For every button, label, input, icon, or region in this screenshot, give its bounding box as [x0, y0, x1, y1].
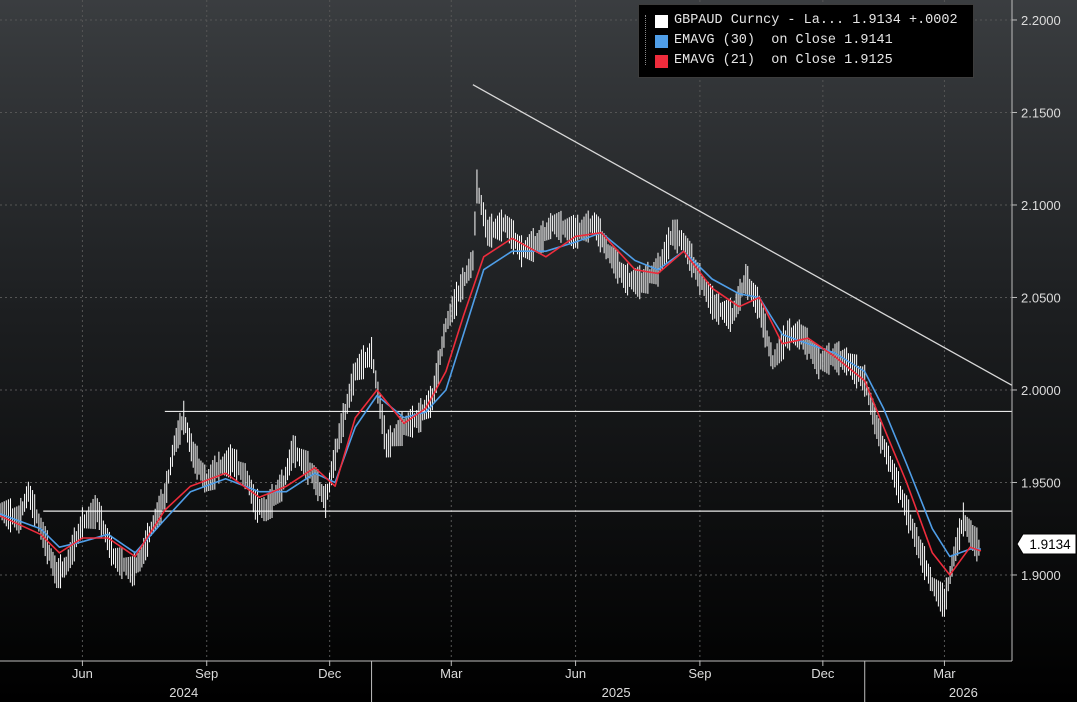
year-label: 2024 [169, 685, 198, 700]
y-tick-label: 2.0000 [1021, 383, 1061, 398]
y-tick-label: 1.9500 [1021, 475, 1061, 490]
y-tick-label: 2.0500 [1021, 290, 1061, 305]
y-tick-label: 1.9000 [1021, 568, 1061, 583]
series-layer [0, 169, 982, 617]
chart-area: 2.2000 2.1500 2.1000 2.0500 2.0000 1.9500 1.90… [0, 0, 1077, 702]
legend-value-ema30: 1.9141 [844, 33, 893, 48]
x-tick-label: Jun [565, 666, 586, 681]
legend-value-ema21: 1.9125 [844, 53, 893, 68]
x-tick-label: Dec [318, 666, 342, 681]
last-price-tag-label: 1.9134 [1029, 537, 1071, 552]
last-price-tag: 1.9134 [1017, 533, 1077, 555]
price-series [0, 169, 980, 617]
x-tick-label: Jun [72, 666, 93, 681]
ema30-line [0, 231, 981, 558]
x-tick-label: Sep [688, 666, 711, 681]
legend-change-price: +.0002 [908, 13, 958, 28]
x-tick-label: Mar [440, 666, 463, 681]
price-chart: 2.2000 2.1500 2.1000 2.0500 2.0000 1.9500 1.90… [0, 0, 1061, 702]
x-tick-label: Mar [933, 666, 956, 681]
y-tick-label: 2.1500 [1021, 105, 1061, 120]
legend-swatch-ema21 [655, 55, 668, 68]
axes [0, 0, 1013, 662]
y-tick-label: 2.2000 [1021, 13, 1061, 28]
y-tick-label: 2.1000 [1021, 198, 1061, 213]
year-label: 2025 [602, 685, 631, 700]
x-tick-label: Dec [811, 666, 835, 681]
x-tick-labels: Jun Sep Dec Mar Jun Sep Dec Mar 2024 2025 2026 [72, 661, 978, 702]
legend-value-price: 1.9134 [852, 13, 901, 28]
grid [0, 0, 1017, 666]
legend-item-ema30[interactable]: EMAVG (30) on Close 1.9141 [655, 33, 893, 51]
x-tick-label: Sep [195, 666, 218, 681]
legend-item-price[interactable]: GBPAUD Curncy - La... 1.9134 +.0002 [655, 13, 958, 31]
legend: GBPAUD Curncy - La... 1.9134 +.0002 EMAV… [638, 4, 974, 78]
legend-swatch-price [655, 15, 668, 28]
year-label: 2026 [949, 685, 978, 700]
legend-label-ema30: EMAVG (30) on Close [674, 33, 837, 48]
legend-swatch-ema30 [655, 35, 668, 48]
legend-label-ema21: EMAVG (21) on Close [674, 53, 837, 68]
y-tick-labels: 2.2000 2.1500 2.1000 2.0500 2.0000 1.9500 1.90… [1021, 13, 1061, 583]
legend-label-price: GBPAUD Curncy - La... [674, 13, 845, 28]
legend-tree-connector [645, 15, 652, 65]
trendline [472, 84, 1013, 386]
legend-item-ema21[interactable]: EMAVG (21) on Close 1.9125 [655, 53, 893, 71]
